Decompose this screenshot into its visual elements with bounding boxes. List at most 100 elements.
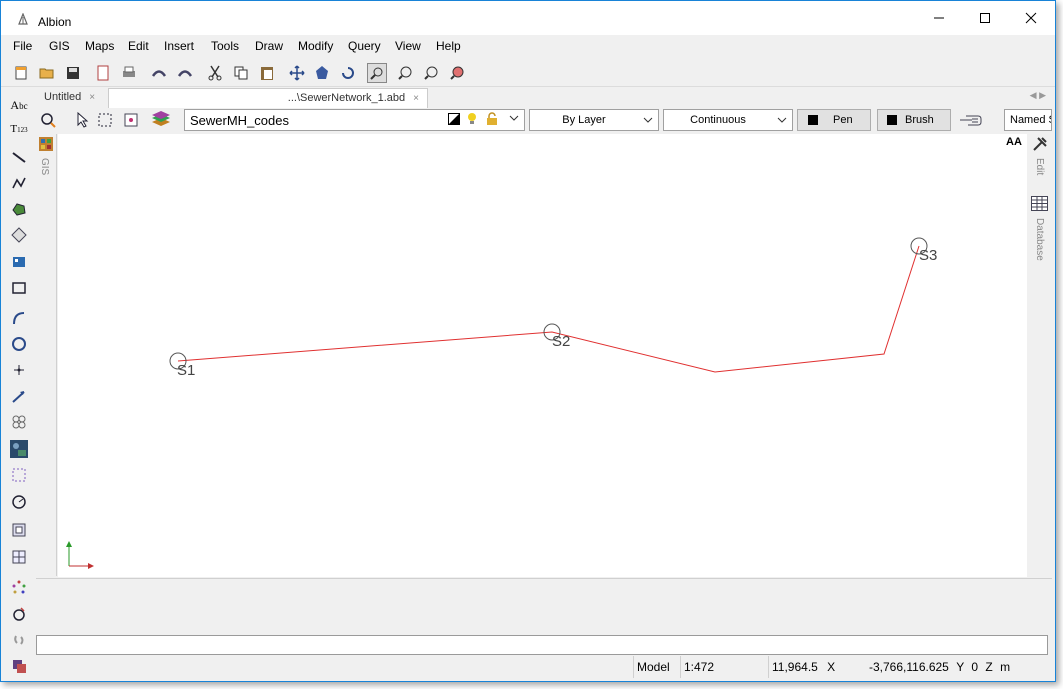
minimize-button[interactable] — [916, 1, 962, 35]
refresh-icon[interactable] — [338, 63, 358, 83]
document-tabs: Untitled × ...\SewerNetwork_1.abd × ◀ ▶ — [36, 88, 1052, 108]
text-style-icon[interactable]: T123 — [9, 119, 29, 139]
menu-tools[interactable]: Tools — [211, 39, 239, 53]
image-tool-icon[interactable] — [9, 439, 29, 459]
link-tool-icon[interactable] — [9, 630, 29, 650]
chevron-down-icon[interactable] — [777, 115, 787, 128]
layer-order-icon[interactable] — [9, 656, 29, 676]
save-icon[interactable] — [63, 63, 83, 83]
lightbulb-icon[interactable] — [466, 112, 478, 129]
lock-icon[interactable] — [486, 112, 498, 129]
draw-toolbar: Abc T123 — [1, 89, 35, 681]
menu-file[interactable]: File — [13, 39, 32, 53]
database-table-icon[interactable] — [1031, 196, 1048, 214]
new-file-icon[interactable] — [11, 63, 31, 83]
layer-fill-icon[interactable] — [448, 113, 460, 128]
arc-tool-icon[interactable] — [9, 308, 29, 328]
rotate-tool-icon[interactable] — [9, 604, 29, 624]
copy-icon[interactable] — [231, 63, 251, 83]
select-window-icon[interactable] — [98, 113, 112, 130]
undo-icon[interactable] — [149, 63, 169, 83]
pointing-hand-icon[interactable] — [958, 112, 984, 131]
polygon-tool-icon[interactable] — [9, 199, 29, 219]
menu-modify[interactable]: Modify — [298, 39, 333, 53]
tab-label: ...\SewerNetwork_1.abd — [287, 92, 406, 104]
zoom-extents-icon[interactable] — [312, 63, 332, 83]
menu-edit[interactable]: Edit — [128, 39, 149, 53]
multi-point-icon[interactable] — [9, 412, 29, 432]
linetype-combo[interactable]: Continuous — [663, 109, 793, 131]
paste-icon[interactable] — [257, 63, 277, 83]
menu-query[interactable]: Query — [348, 39, 381, 53]
polyline-tool-icon[interactable] — [9, 173, 29, 193]
menu-maps[interactable]: Maps — [85, 39, 114, 53]
maximize-button[interactable] — [962, 1, 1008, 35]
cut-icon[interactable] — [205, 63, 225, 83]
chevron-down-icon[interactable] — [509, 113, 519, 126]
select-arrow-icon[interactable] — [76, 111, 90, 131]
text-size-toggle[interactable]: AA — [1006, 136, 1022, 148]
redo-icon[interactable] — [175, 63, 195, 83]
space-mode[interactable]: Model — [633, 656, 677, 678]
rectangle-tool-icon[interactable] — [9, 278, 29, 298]
scale-value[interactable]: 1:472 — [680, 656, 766, 678]
status-bar: Model 1:472 11,964.5 X -3,766,116.625 Y … — [36, 656, 1052, 680]
close-button[interactable] — [1008, 1, 1054, 35]
gis-panel-label[interactable]: GIS — [39, 158, 50, 175]
sewer-line[interactable] — [177, 245, 920, 373]
tools-icon[interactable] — [1032, 136, 1048, 155]
measure-tool-icon[interactable] — [9, 492, 29, 512]
circle-tool-icon[interactable] — [9, 334, 29, 354]
y-z-coordinate: -3,766,116.625 Y 0 Z m — [866, 656, 1051, 678]
menu-view[interactable]: View — [395, 39, 421, 53]
print-preview-icon[interactable] — [93, 63, 113, 83]
circle-array-icon[interactable] — [9, 578, 29, 598]
point-tool-icon[interactable] — [9, 360, 29, 380]
layers-icon[interactable] — [150, 110, 172, 133]
menu-insert[interactable]: Insert — [164, 39, 194, 53]
color-combo[interactable]: By Layer — [529, 109, 659, 131]
tab-close-icon[interactable]: × — [89, 92, 95, 103]
command-history — [36, 578, 1052, 633]
manhole-label-s2[interactable]: S2 — [552, 333, 570, 350]
frame-tool-icon[interactable] — [9, 520, 29, 540]
edit-panel-label[interactable]: Edit — [1034, 158, 1045, 175]
chevron-down-icon[interactable] — [643, 115, 653, 128]
layer-select-icon[interactable] — [40, 111, 58, 132]
menu-help[interactable]: Help — [436, 39, 461, 53]
manhole-label-s1[interactable]: S1 — [177, 362, 195, 379]
print-icon[interactable] — [119, 63, 139, 83]
drawing-canvas[interactable]: S1 S2 S3 — [58, 134, 1027, 577]
block-tool-icon[interactable] — [9, 252, 29, 272]
menu-gis[interactable]: GIS — [49, 39, 70, 53]
zoom-in-icon[interactable] — [395, 63, 415, 83]
tab-scroll-arrows[interactable]: ◀ ▶ — [1030, 90, 1046, 101]
pen-button[interactable]: Pen — [797, 109, 871, 131]
manhole-label-s3[interactable]: S3 — [919, 247, 937, 264]
zoom-out-icon[interactable] — [421, 63, 441, 83]
open-folder-icon[interactable] — [37, 63, 57, 83]
menu-draw[interactable]: Draw — [255, 39, 283, 53]
brush-button[interactable]: Brush — [877, 109, 951, 131]
hatch-tool-icon[interactable] — [9, 225, 29, 245]
select-fence-icon[interactable] — [123, 112, 139, 131]
text-tool-icon[interactable]: Abc — [9, 95, 29, 115]
layer-name: SewerMH_codes — [190, 112, 289, 128]
zoom-previous-icon[interactable] — [447, 63, 467, 83]
tab-close-icon[interactable]: × — [413, 93, 419, 104]
arrow-tool-icon[interactable] — [9, 386, 29, 406]
selection-region-icon[interactable] — [9, 465, 29, 485]
pan-icon[interactable] — [287, 63, 307, 83]
database-panel-label[interactable]: Database — [1034, 218, 1045, 261]
tab-sewer-network[interactable]: ...\SewerNetwork_1.abd × — [108, 88, 428, 108]
named-style-combo[interactable]: Named S — [1004, 109, 1052, 131]
grid-tool-icon[interactable] — [9, 547, 29, 567]
ucs-axis-icon — [66, 541, 94, 569]
gis-map-icon[interactable] — [38, 136, 54, 155]
tab-untitled[interactable]: Untitled × — [36, 88, 108, 108]
command-input[interactable] — [36, 635, 1048, 655]
window-title: Albion — [38, 15, 72, 29]
line-tool-icon[interactable] — [9, 147, 29, 167]
zoom-window-icon[interactable] — [367, 63, 387, 83]
layer-combo[interactable]: SewerMH_codes — [184, 109, 525, 131]
